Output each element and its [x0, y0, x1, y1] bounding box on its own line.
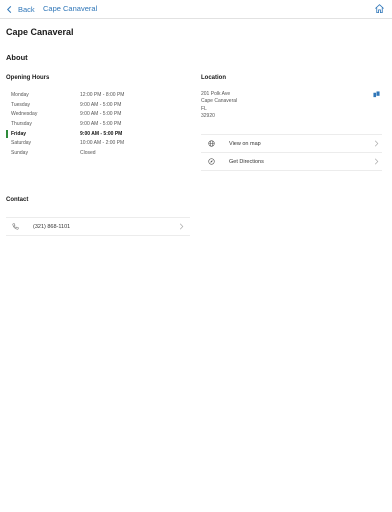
phone-number: (321) 868-1101: [33, 223, 71, 230]
hours-time: 9:00 AM - 5:00 PM: [80, 120, 122, 127]
hours-row-wednesday: Wednesday 9:00 AM - 5:00 PM: [6, 109, 186, 119]
contact-heading: Contact: [6, 197, 29, 203]
hours-day: Saturday: [11, 140, 32, 147]
phone-row[interactable]: (321) 868-1101: [6, 218, 190, 236]
hours-day: Wednesday: [11, 111, 38, 118]
address-block: 201 Polk Ave Cape Canaveral FL 32920: [201, 91, 237, 120]
hours-row-friday-today: Friday 9:00 AM - 5:00 PM: [6, 129, 186, 139]
address-city: Cape Canaveral: [201, 98, 238, 105]
address-state: FL: [201, 105, 207, 112]
opening-hours-list: Monday 12:00 PM - 8:00 PM Tuesday 9:00 A…: [6, 90, 186, 158]
hours-row-monday: Monday 12:00 PM - 8:00 PM: [6, 90, 186, 100]
address-zip: 32920: [201, 112, 215, 119]
phone-icon: [12, 223, 19, 230]
home-icon[interactable]: [374, 3, 385, 14]
chevron-right-icon: [179, 223, 184, 230]
opening-hours-heading: Opening Hours: [6, 75, 50, 81]
hours-day: Tuesday: [11, 101, 30, 108]
hours-row-saturday: Saturday 10:00 AM - 2:00 PM: [6, 138, 186, 148]
hours-row-thursday: Thursday 9:00 AM - 5:00 PM: [6, 119, 186, 129]
hours-day: Sunday: [11, 149, 28, 156]
hours-time: 10:00 AM - 2:00 PM: [80, 140, 125, 147]
hours-time: 9:00 AM - 5:00 PM: [80, 130, 123, 137]
map-pin-icon[interactable]: [373, 91, 380, 98]
hours-row-sunday: Sunday Closed: [6, 148, 186, 158]
hours-time: 9:00 AM - 5:00 PM: [80, 111, 122, 118]
hours-day: Monday: [11, 91, 29, 98]
view-on-map-label: View on map: [229, 140, 261, 147]
nav-title: Cape Canaveral: [43, 4, 98, 13]
hours-day: Friday: [11, 130, 27, 137]
view-on-map-row[interactable]: View on map: [201, 135, 382, 153]
chevron-right-icon: [374, 158, 379, 165]
chevron-left-icon: [6, 5, 12, 14]
get-directions-row[interactable]: Get Directions: [201, 153, 382, 171]
hours-time: 12:00 PM - 8:00 PM: [80, 91, 125, 98]
about-heading: About: [6, 53, 28, 62]
back-label: Back: [18, 5, 35, 14]
compass-icon: [208, 158, 215, 165]
globe-icon: [208, 140, 215, 147]
back-button[interactable]: Back: [5, 3, 35, 16]
page-title: Cape Canaveral: [6, 27, 74, 37]
hours-day: Thursday: [11, 120, 32, 127]
get-directions-label: Get Directions: [229, 158, 264, 165]
address-street: 201 Polk Ave: [201, 91, 231, 97]
top-nav-bar: Back Cape Canaveral: [0, 0, 392, 19]
chevron-right-icon: [374, 140, 379, 147]
location-heading: Location: [201, 75, 226, 81]
hours-row-tuesday: Tuesday 9:00 AM - 5:00 PM: [6, 100, 186, 110]
hours-time: Closed: [80, 149, 96, 156]
hours-time: 9:00 AM - 5:00 PM: [80, 101, 122, 108]
